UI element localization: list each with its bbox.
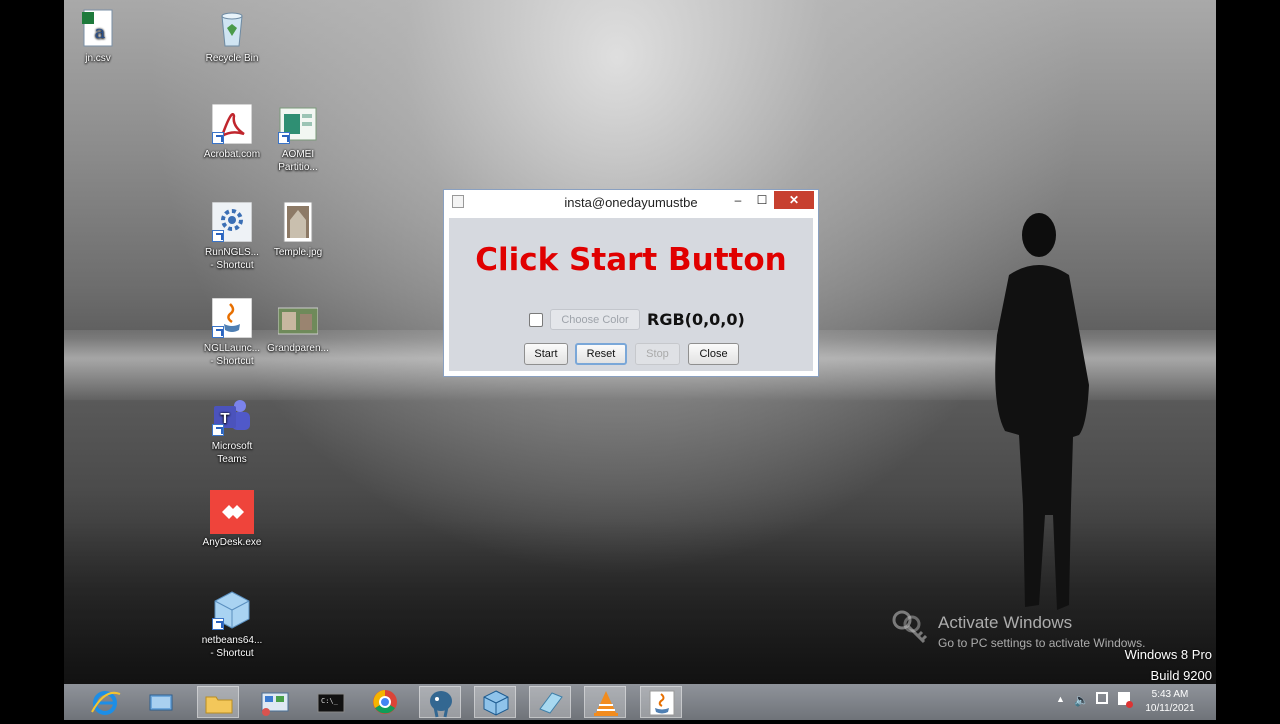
desktop-icon-anydesk[interactable]: AnyDesk.exe xyxy=(196,490,268,549)
app-window: insta@onedayumustbe – ☐ ✕ Click Start Bu… xyxy=(443,189,819,377)
shortcut-arrow-icon xyxy=(212,326,224,338)
desktop-icon-teams[interactable]: T Microsoft Teams xyxy=(196,396,268,466)
activation-subtitle: Go to PC settings to activate Windows. xyxy=(938,636,1146,650)
os-build: Build 9200 xyxy=(1150,668,1212,683)
recycle-bin-icon xyxy=(212,8,252,48)
headline-label: Click Start Button xyxy=(475,242,787,278)
desktop-icon-jn-csv[interactable]: a jn.csv xyxy=(62,8,134,65)
color-checkbox[interactable] xyxy=(529,313,543,327)
teams-icon: T xyxy=(212,396,252,436)
desktop-icon-label: Temple.jpg xyxy=(273,247,323,258)
shortcut-arrow-icon xyxy=(212,424,224,436)
standing-person-silhouette xyxy=(995,213,1089,610)
acrobat-icon xyxy=(211,103,253,145)
vlc-icon[interactable] xyxy=(584,686,626,718)
desktop-icon-label: AnyDesk.exe xyxy=(202,537,262,548)
desktop-icon-temple[interactable]: Temple.jpg xyxy=(262,201,334,259)
maximize-button[interactable]: ☐ xyxy=(750,191,774,209)
desktop-icon-runngls[interactable]: RunNGLS... - Shortcut xyxy=(196,201,268,272)
file-explorer-icon[interactable] xyxy=(140,686,182,718)
chrome-icon[interactable] xyxy=(364,686,406,718)
start-button[interactable]: Start xyxy=(524,343,568,365)
notepad-icon[interactable] xyxy=(529,686,571,718)
minimize-button[interactable]: – xyxy=(726,191,750,209)
desktop-icon-grandparents[interactable]: Grandparen... xyxy=(262,298,334,355)
java-icon[interactable] xyxy=(640,686,682,718)
taskbar-clock[interactable]: 5:43 AM 10/11/2021 xyxy=(1140,688,1200,716)
shortcut-arrow-icon xyxy=(212,132,224,144)
clock-time: 5:43 AM xyxy=(1151,689,1189,700)
control-panel-icon[interactable] xyxy=(254,686,296,718)
desktop-icon-label: jn.csv xyxy=(85,53,111,64)
virtualbox-icon[interactable] xyxy=(474,686,516,718)
svg-text:C:\_: C:\_ xyxy=(321,697,339,705)
folder-icon[interactable] xyxy=(197,686,239,718)
activation-watermark: Activate Windows Go to PC settings to ac… xyxy=(938,613,1145,650)
excel-csv-icon: a xyxy=(78,8,118,48)
desktop-icon-label: netbeans64... - Shortcut xyxy=(201,635,263,659)
netbeans-icon xyxy=(212,590,252,630)
close-button[interactable]: Close xyxy=(688,343,739,365)
shortcut-arrow-icon xyxy=(212,618,224,630)
image-file-icon xyxy=(277,298,319,338)
anydesk-icon xyxy=(210,490,254,534)
aomei-partition-icon xyxy=(278,104,318,144)
internet-explorer-icon[interactable] xyxy=(84,686,126,718)
stop-button[interactable]: Stop xyxy=(635,343,680,365)
desktop-icon-label: NGLLaunc... - Shortcut xyxy=(203,343,261,367)
reset-button[interactable]: Reset xyxy=(575,343,627,365)
choose-color-button[interactable]: Choose Color xyxy=(550,309,640,330)
desktop-icon-ngllauncher[interactable]: NGLLaunc... - Shortcut xyxy=(196,297,268,368)
desktop-icon-label: Acrobat.com xyxy=(203,149,261,160)
key-icon xyxy=(892,610,928,644)
os-version-info: Windows 8 Pro Build 9200 xyxy=(1125,644,1212,686)
show-hidden-icon[interactable]: ▲ xyxy=(1056,694,1065,704)
desktop-icon-label: Recycle Bin xyxy=(205,53,259,64)
desktop-icon-aomei[interactable]: AOMEI Partitio... xyxy=(262,104,334,174)
desktop-icon-label: Microsoft Teams xyxy=(211,441,253,465)
window-content-panel: Click Start Button Choose Color RGB(0,0,… xyxy=(449,218,813,371)
desktop-icon-label: AOMEI Partitio... xyxy=(278,149,318,173)
gear-shortcut-icon xyxy=(211,201,253,243)
desktop-icon-recycle-bin[interactable]: Recycle Bin xyxy=(196,8,268,65)
shortcut-arrow-icon xyxy=(278,132,290,144)
desktop-icon-label: Grandparen... xyxy=(267,343,329,354)
image-file-icon xyxy=(278,201,318,243)
desktop-icon-acrobat[interactable]: Acrobat.com xyxy=(196,103,268,161)
svg-text:a: a xyxy=(95,22,106,43)
network-icon[interactable] xyxy=(1096,692,1108,704)
window-titlebar[interactable]: insta@onedayumustbe – ☐ ✕ xyxy=(444,190,818,212)
clock-date: 10/11/2021 xyxy=(1145,703,1195,714)
activation-title: Activate Windows xyxy=(938,613,1073,632)
taskbar: C:\_ ▲ 🔈 xyxy=(64,684,1216,720)
desktop-icon-label: RunNGLS... - Shortcut xyxy=(205,247,259,271)
java-icon xyxy=(211,297,253,339)
desktop-icon-netbeans[interactable]: netbeans64... - Shortcut xyxy=(196,590,268,660)
os-edition: Windows 8 Pro xyxy=(1124,647,1212,662)
action-center-icon[interactable] xyxy=(1118,692,1133,708)
rgb-value-label: RGB(0,0,0) xyxy=(647,310,745,329)
volume-icon[interactable]: 🔈 xyxy=(1074,693,1089,707)
close-window-button[interactable]: ✕ xyxy=(774,191,814,209)
postgresql-icon[interactable] xyxy=(419,686,461,718)
command-prompt-icon[interactable]: C:\_ xyxy=(310,686,352,718)
shortcut-arrow-icon xyxy=(212,230,224,242)
